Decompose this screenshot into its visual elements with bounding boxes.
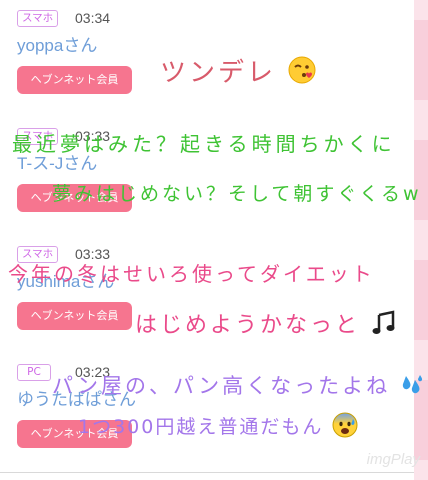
caption-line: はじめようかなっと: [135, 307, 398, 343]
right-edge-strip: [414, 0, 428, 480]
caption-text: 1つ300円越え普通だもん: [78, 416, 324, 438]
member-badge-button[interactable]: ヘブンネット会員: [17, 302, 132, 330]
strip-block: [414, 260, 428, 340]
member-badge-button[interactable]: ヘブンネット会員: [17, 66, 132, 94]
user-name-link[interactable]: yoppaさん: [17, 35, 97, 57]
device-tag: PC: [17, 364, 51, 381]
caption-line: 1つ300円越え普通だもん: [78, 411, 359, 444]
music-notes-emoji-icon: [370, 309, 398, 343]
caption-line: 夢みはじめない？そして朝すぐくるw: [52, 183, 422, 205]
caption-line: ツンデレ: [160, 52, 317, 92]
sweat-droplets-emoji-icon: [400, 372, 426, 403]
device-tag: スマホ: [17, 10, 59, 27]
anxious-face-emoji-icon: [331, 411, 359, 444]
caption-text: ツンデレ: [160, 58, 277, 88]
caption-text: はじめようかなっと: [135, 313, 361, 338]
caption-text: パン屋の、パン高くなったよね: [52, 374, 391, 398]
caption-line: 今年の冬はせいろ使ってダイエット: [8, 262, 375, 286]
strip-block: [414, 20, 428, 100]
watermark: imgPlay: [366, 451, 420, 468]
caption-line: 最近夢はみた？起きる時間ちかくに: [12, 132, 396, 156]
kissing-face-emoji-icon: [287, 55, 317, 92]
caption-line: パン屋の、パン高くなったよね: [52, 370, 426, 403]
post-time: 03:34: [75, 10, 111, 26]
